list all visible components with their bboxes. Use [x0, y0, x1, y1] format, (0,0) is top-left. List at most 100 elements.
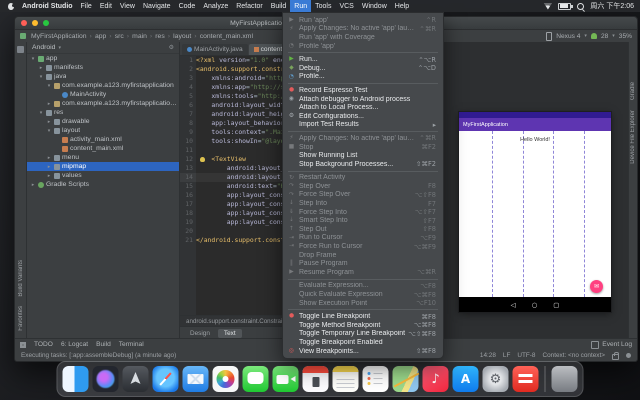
mail-dock-icon[interactable]: [183, 366, 209, 392]
tool-stripe-gradle[interactable]: Gradle: [630, 82, 636, 100]
menu-item-import-test-results[interactable]: Import Test Results▸: [283, 121, 443, 130]
siri-dock-icon[interactable]: [93, 366, 119, 392]
menubar-item-vcs[interactable]: VCS: [335, 0, 357, 12]
menubar-item-build[interactable]: Build: [267, 0, 291, 12]
tree-item-mipmap[interactable]: ▸mipmap: [27, 162, 179, 171]
highlighting-level-icon[interactable]: [626, 353, 631, 358]
tree-item-java[interactable]: ▾java: [27, 72, 179, 81]
close-button[interactable]: [21, 20, 27, 26]
reminders-dock-icon[interactable]: [363, 366, 389, 392]
tree-item-manifests[interactable]: ▸manifests: [27, 63, 179, 72]
api-selector[interactable]: 28: [601, 33, 608, 40]
tree-item-mainactivity[interactable]: MainActivity: [27, 90, 179, 99]
notes-dock-icon[interactable]: [333, 366, 359, 392]
menu-item-stop-background-processes[interactable]: Stop Background Processes...⇧⌘F2: [283, 160, 443, 169]
status-14-28[interactable]: 14:28: [480, 352, 496, 359]
menu-item-toggle-method-breakpoint[interactable]: Toggle Method Breakpoint⌥⌘F8: [283, 321, 443, 330]
editor-mode-tab-text[interactable]: Text: [218, 329, 242, 338]
tool-stripe-build-variants[interactable]: Build Variants: [18, 260, 24, 297]
editor-tab-mainactivity-java[interactable]: MainActivity.java: [182, 44, 248, 55]
redapp-dock-icon[interactable]: [513, 366, 539, 392]
battery-icon[interactable]: [558, 3, 571, 10]
menubar-item-navigate[interactable]: Navigate: [139, 0, 175, 12]
tree-item-content-main-xml[interactable]: content_main.xml: [27, 144, 179, 153]
menubar-item-analyze[interactable]: Analyze: [199, 0, 232, 12]
menubar-item-refactor[interactable]: Refactor: [232, 0, 266, 12]
calendar-dock-icon[interactable]: [303, 366, 329, 392]
tree-item-com-example-a123-myfirstapplication-androidtest[interactable]: ▸com.example.a123.myfirstapplication (an…: [27, 99, 179, 108]
photos-dock-icon[interactable]: [213, 366, 239, 392]
finder-dock-icon[interactable]: [63, 366, 89, 392]
spotlight-icon[interactable]: [577, 3, 584, 10]
wifi-icon[interactable]: [543, 3, 552, 10]
menu-item-toggle-line-breakpoint[interactable]: ●Toggle Line Breakpoint⌘F8: [283, 312, 443, 321]
tree-item-res[interactable]: ▾res: [27, 108, 179, 117]
menu-item-record-espresso-test[interactable]: ●Record Espresso Test: [283, 86, 443, 95]
tree-item-menu[interactable]: ▸menu: [27, 153, 179, 162]
tool-window-switcher-icon[interactable]: [20, 342, 26, 348]
tool-stripe-device-file-explorer[interactable]: Device File Explorer: [630, 110, 636, 164]
menu-item-edit-configurations[interactable]: ⚙Edit Configurations...: [283, 112, 443, 121]
settings-dock-icon[interactable]: [483, 366, 509, 392]
tool-window-button-todo[interactable]: TODO: [34, 341, 53, 348]
zoom-button[interactable]: [43, 20, 49, 26]
safari-dock-icon[interactable]: [153, 366, 179, 392]
menubar-clock[interactable]: 周六 下午2:06: [590, 1, 634, 11]
menu-item-profile[interactable]: ◔Profile...: [283, 73, 443, 82]
menu-item-attach-debugger-to-android-process[interactable]: ◉Attach debugger to Android process: [283, 95, 443, 104]
tree-item-app[interactable]: ▾app: [27, 54, 179, 63]
menubar-item-window[interactable]: Window: [358, 0, 391, 12]
menubar-item-help[interactable]: Help: [391, 0, 413, 12]
status-lf[interactable]: LF: [503, 352, 510, 359]
project-view-header[interactable]: Android ▾ ⚙: [27, 42, 179, 54]
menu-item-show-running-list[interactable]: Show Running List: [283, 151, 443, 160]
menubar-item-edit[interactable]: Edit: [96, 0, 116, 12]
breadcrumb-item-src[interactable]: src: [114, 33, 125, 40]
maps-dock-icon[interactable]: [393, 366, 419, 392]
menubar-item-view[interactable]: View: [116, 0, 139, 12]
tree-item-com-example-a123-myfirstapplication[interactable]: ▾com.example.a123.myfirstapplication: [27, 81, 179, 90]
fab-button[interactable]: ✉: [590, 280, 603, 293]
menubar-item-file[interactable]: File: [77, 0, 96, 12]
zoom-level[interactable]: 35%: [619, 33, 632, 40]
menubar-item-code[interactable]: Code: [175, 0, 200, 12]
tree-item-values[interactable]: ▸values: [27, 171, 179, 180]
minimize-button[interactable]: [32, 20, 38, 26]
gear-icon[interactable]: ⚙: [169, 44, 174, 51]
breadcrumb-item-res[interactable]: res: [154, 33, 165, 40]
readonly-lock-icon[interactable]: [612, 354, 619, 360]
tree-item-activity-main-xml[interactable]: activity_main.xml: [27, 135, 179, 144]
tool-window-button-build[interactable]: Build: [96, 341, 111, 348]
messages-dock-icon[interactable]: [243, 366, 269, 392]
menu-item-attach-to-local-process[interactable]: Attach to Local Process...: [283, 103, 443, 112]
menu-item-run[interactable]: ▶Run...⌃⌥R: [283, 55, 443, 64]
breadcrumb-item-myfirstapplication[interactable]: MyFirstApplication: [30, 33, 88, 40]
event-log-button[interactable]: Event Log: [591, 341, 632, 349]
breadcrumb-item-main[interactable]: main: [131, 33, 148, 40]
status-context-no-context[interactable]: Context: <no context>: [542, 352, 605, 359]
tool-window-button-6-logcat[interactable]: 6: Logcat: [61, 341, 88, 348]
tool-stripe-favorites[interactable]: Favorites: [18, 306, 24, 331]
tool-window-button-terminal[interactable]: Terminal: [119, 341, 144, 348]
facetime-dock-icon[interactable]: [273, 366, 299, 392]
menu-item-toggle-breakpoint-enabled[interactable]: Toggle Breakpoint Enabled: [283, 338, 443, 347]
status-utf-8[interactable]: UTF-8: [517, 352, 535, 359]
editor-mode-tab-design[interactable]: Design: [184, 329, 216, 338]
music-dock-icon[interactable]: [423, 366, 449, 392]
tree-item-gradle-scripts[interactable]: ▸Gradle Scripts: [27, 180, 179, 189]
menu-item-view-breakpoints[interactable]: ◎View Breakpoints...⇧⌘F8: [283, 347, 443, 356]
project-view-selector[interactable]: Android: [32, 44, 55, 51]
appstore-dock-icon[interactable]: [453, 366, 479, 392]
menu-item-toggle-temporary-line-breakpoint[interactable]: Toggle Temporary Line Breakpoint⌥⇧⌘F8: [283, 330, 443, 339]
apple-menu-icon[interactable]: [8, 3, 14, 10]
menubar-item-run[interactable]: Run: [290, 0, 311, 12]
breadcrumb-item-app[interactable]: app: [94, 33, 107, 40]
trash-dock-icon[interactable]: [552, 366, 578, 392]
tree-item-drawable[interactable]: ▸drawable: [27, 117, 179, 126]
breadcrumb-item-content-main-xml[interactable]: content_main.xml: [199, 33, 254, 40]
tree-item-layout[interactable]: ▾layout: [27, 126, 179, 135]
breadcrumb-item-layout[interactable]: layout: [172, 33, 192, 40]
device-preview[interactable]: MyFirstApplication Hello World! ✉ ◁ ○ ▢: [459, 112, 611, 312]
menubar-item-tools[interactable]: Tools: [311, 0, 335, 12]
intention-bulb-icon[interactable]: [200, 157, 205, 162]
